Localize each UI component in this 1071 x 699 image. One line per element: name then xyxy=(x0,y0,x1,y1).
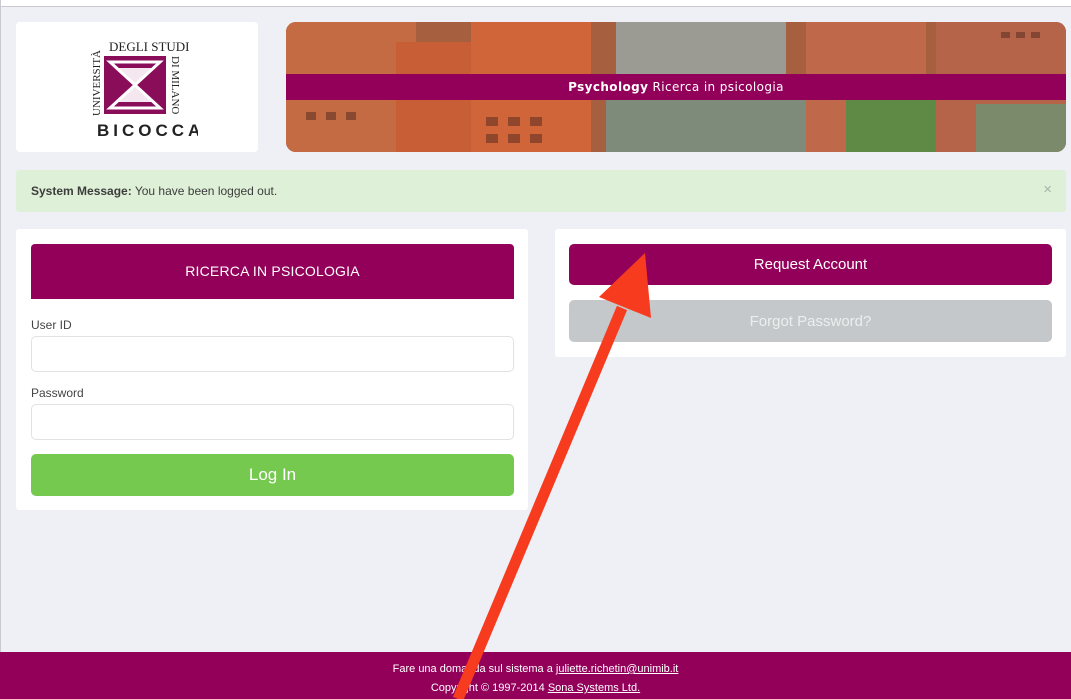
contact-email-link[interactable]: juliette.richetin@unimib.it xyxy=(556,663,678,675)
header-banner: Psychology Ricerca in psicologia xyxy=(286,22,1066,152)
footer-copyright-line: Copyright © 1997-2014 Sona Systems Ltd. xyxy=(0,682,1071,694)
password-input[interactable] xyxy=(31,404,514,440)
system-message-label: System Message: xyxy=(31,184,132,198)
login-panel: RICERCA IN PSICOLOGIA User ID Password L… xyxy=(16,229,528,510)
system-message-alert: System Message: You have been logged out… xyxy=(16,170,1066,212)
bicocca-logo: DEGLI STUDI UNIVERSITÀ DI MILANO BICOCCA xyxy=(91,39,198,140)
login-panel-title: RICERCA IN PSICOLOGIA xyxy=(31,244,514,299)
log-in-button[interactable]: Log In xyxy=(31,454,514,496)
user-id-label: User ID xyxy=(31,318,72,332)
forgot-password-button[interactable]: Forgot Password? xyxy=(569,300,1052,342)
banner-title: Psychology Ricerca in psicologia xyxy=(286,74,1066,100)
logo-text-bottom: BICOCCA xyxy=(97,121,198,140)
logo-text-right: DI MILANO xyxy=(169,56,181,114)
logo-text-left: UNIVERSITÀ xyxy=(91,50,103,116)
banner-title-text: Ricerca in psicologia xyxy=(652,80,784,94)
footer-contact-line: Fare una domanda sul sistema a juliette.… xyxy=(0,663,1071,675)
left-frame xyxy=(0,0,1,699)
footer-contact-text: Fare una domanda sul sistema a xyxy=(392,663,553,675)
top-frame xyxy=(0,0,1071,7)
close-icon[interactable]: × xyxy=(1043,170,1052,210)
page-footer: Fare una domanda sul sistema a juliette.… xyxy=(0,652,1071,699)
system-message-text: You have been logged out. xyxy=(134,184,278,198)
account-panel: Request Account Forgot Password? xyxy=(555,229,1066,357)
footer-copyright-text: Copyright © 1997-2014 xyxy=(430,682,545,694)
university-logo-box[interactable]: DEGLI STUDI UNIVERSITÀ DI MILANO BICOCCA xyxy=(16,22,258,152)
user-id-input[interactable] xyxy=(31,336,514,372)
logo-text-top: DEGLI STUDI xyxy=(109,39,190,54)
banner-title-bold: Psychology xyxy=(568,80,649,94)
request-account-button[interactable]: Request Account xyxy=(569,244,1052,285)
password-label: Password xyxy=(31,386,84,400)
sona-systems-link[interactable]: Sona Systems Ltd. xyxy=(548,682,640,694)
